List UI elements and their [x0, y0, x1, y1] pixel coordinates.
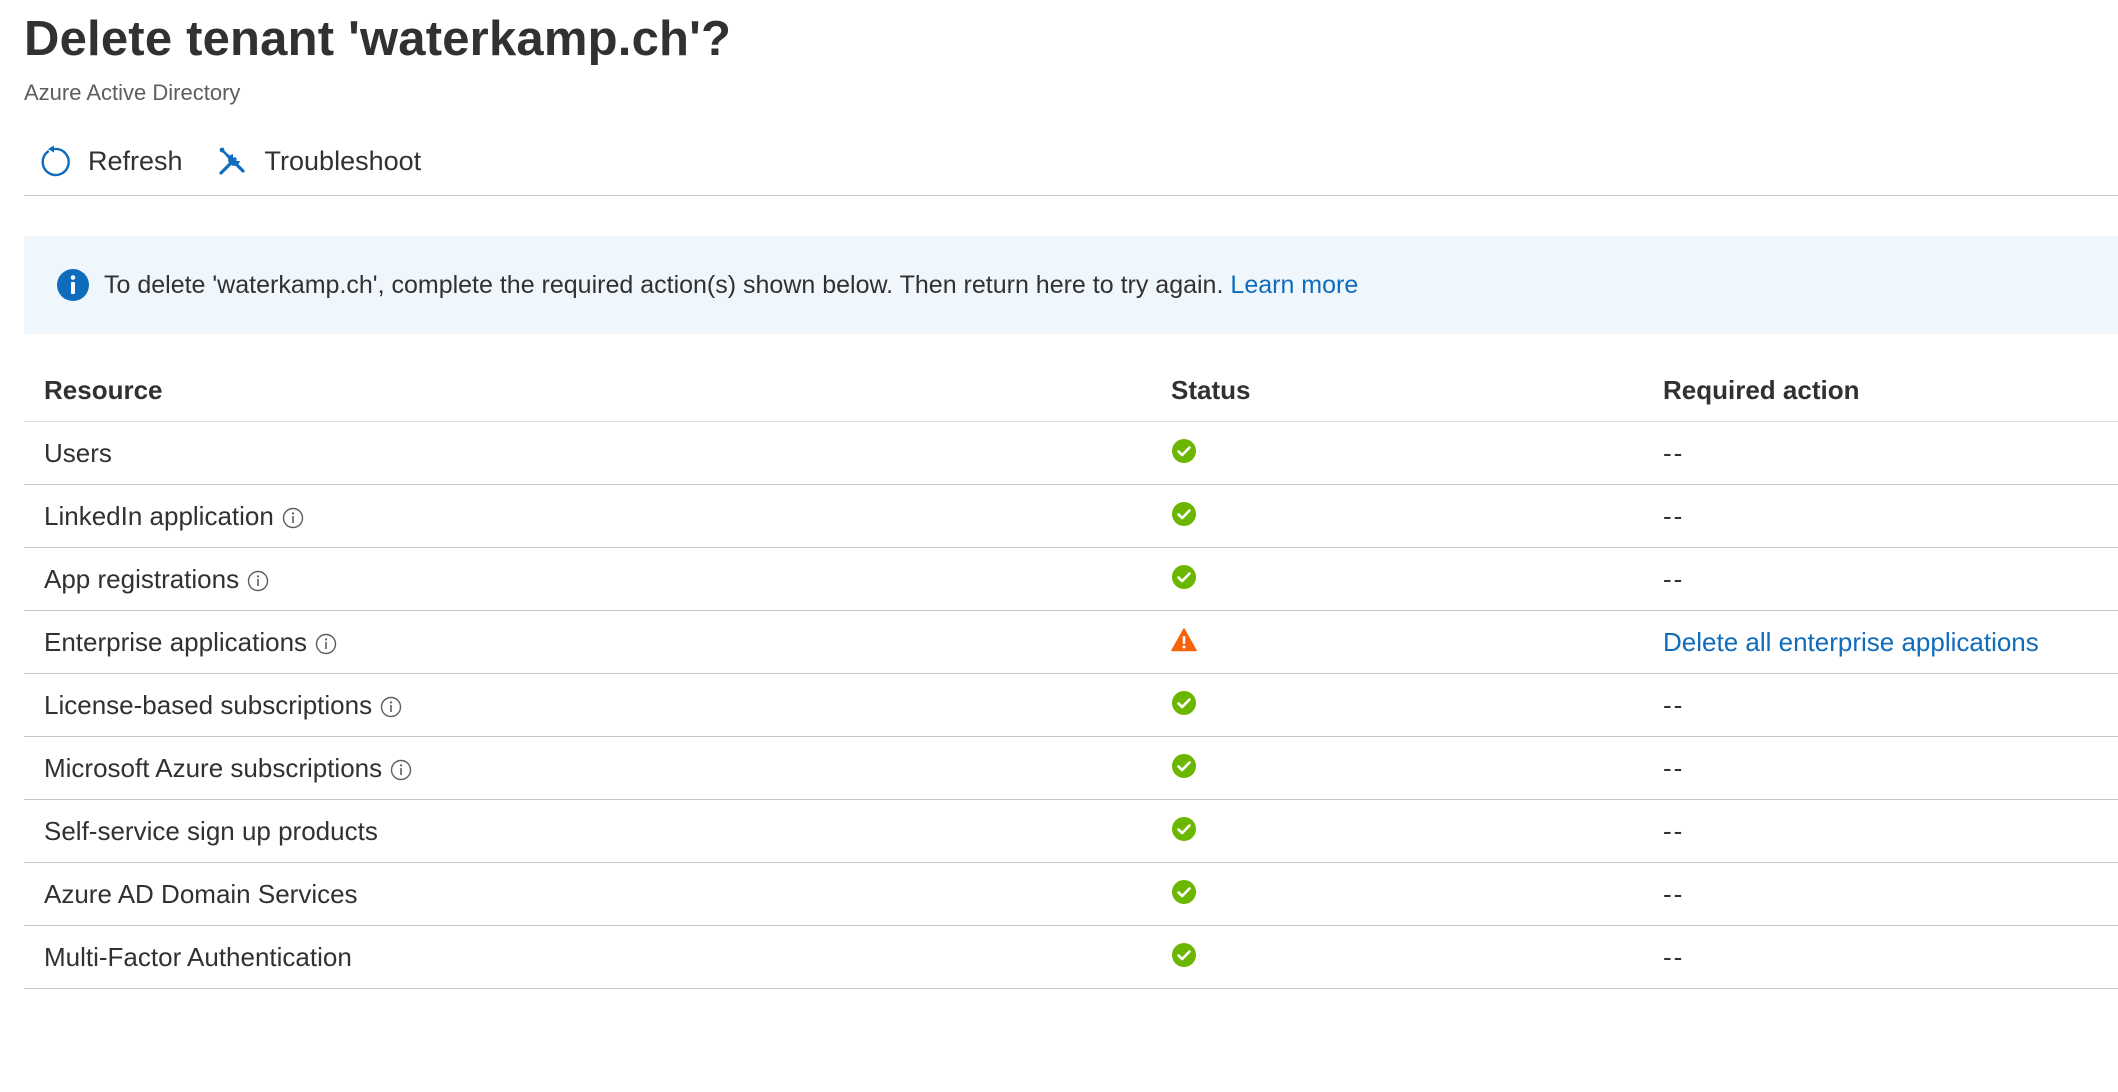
- resource-cell: Multi-Factor Authentication: [24, 942, 1171, 973]
- page-subtitle: Azure Active Directory: [24, 80, 241, 105]
- success-check-icon: [1171, 816, 1197, 842]
- required-action-text: --: [1663, 437, 1685, 468]
- resource-name: Enterprise applications: [44, 626, 308, 657]
- wrench-screwdriver-icon: [215, 145, 249, 179]
- resource-cell: App registrations: [24, 564, 1171, 595]
- resource-cell: Azure AD Domain Services: [24, 879, 1171, 910]
- status-cell: [1171, 943, 1663, 968]
- resource-cell: Enterprise applications: [24, 627, 1171, 658]
- info-tooltip-icon[interactable]: [282, 505, 304, 529]
- required-action-link[interactable]: Delete all enterprise applications: [1663, 627, 2039, 658]
- status-cell: [1171, 754, 1663, 779]
- warning-icon: [1171, 627, 1197, 653]
- info-tooltip-icon[interactable]: [315, 631, 337, 655]
- success-check-icon: [1171, 879, 1197, 905]
- column-header-required-action: Required action: [1663, 375, 1860, 405]
- required-action-cell: Delete all enterprise applications: [1663, 627, 2118, 658]
- resource-name: LinkedIn application: [44, 500, 274, 531]
- table-row: Microsoft Azure subscriptions --: [24, 737, 2118, 800]
- success-check-icon: [1171, 942, 1197, 968]
- refresh-icon: [38, 145, 72, 179]
- resource-name: Azure AD Domain Services: [44, 878, 358, 909]
- page-title: Delete tenant 'waterkamp.ch'?: [24, 12, 732, 66]
- required-action-cell: --: [1663, 816, 2118, 847]
- success-check-icon: [1171, 753, 1197, 779]
- resource-name: App registrations: [44, 563, 240, 594]
- info-tooltip-icon[interactable]: [380, 694, 402, 718]
- success-check-icon: [1171, 501, 1197, 527]
- column-header-resource: Resource: [44, 375, 163, 405]
- required-action-text: --: [1663, 563, 1685, 594]
- resource-name: Users: [44, 437, 112, 468]
- command-bar: Refresh Troubleshoot: [24, 128, 2118, 196]
- table-row: Azure AD Domain Services --: [24, 863, 2118, 926]
- required-action-cell: --: [1663, 879, 2118, 910]
- status-cell: [1171, 880, 1663, 905]
- table-row: App registrations --: [24, 548, 2118, 611]
- table-row: Self-service sign up products --: [24, 800, 2118, 863]
- resource-name: Microsoft Azure subscriptions: [44, 752, 383, 783]
- resource-table: Resource Status Required action Users -- L…: [24, 352, 2118, 989]
- required-action-cell: --: [1663, 942, 2118, 973]
- required-action-cell: --: [1663, 753, 2118, 784]
- required-action-text: --: [1663, 752, 1685, 783]
- required-action-cell: --: [1663, 438, 2118, 469]
- status-cell: [1171, 628, 1663, 653]
- troubleshoot-label: Troubleshoot: [264, 146, 422, 176]
- success-check-icon: [1171, 690, 1197, 716]
- table-header-row: Resource Status Required action: [24, 352, 2118, 422]
- table-row: License-based subscriptions --: [24, 674, 2118, 737]
- success-check-icon: [1171, 438, 1197, 464]
- required-action-cell: --: [1663, 564, 2118, 595]
- resource-cell: Users: [24, 438, 1171, 469]
- table-row: Multi-Factor Authentication --: [24, 926, 2118, 989]
- table-body: Users -- LinkedIn application -- App registr…: [24, 422, 2118, 989]
- required-action-cell: --: [1663, 501, 2118, 532]
- required-action-text: --: [1663, 689, 1685, 720]
- resource-name: License-based subscriptions: [44, 689, 373, 720]
- status-cell: [1171, 439, 1663, 464]
- column-header-status: Status: [1171, 375, 1251, 405]
- status-cell: [1171, 817, 1663, 842]
- info-message: To delete 'waterkamp.ch', complete the r…: [104, 270, 1224, 299]
- required-action-text: --: [1663, 941, 1685, 972]
- required-action-text: --: [1663, 815, 1685, 846]
- troubleshoot-button[interactable]: Troubleshoot: [215, 140, 422, 184]
- refresh-button[interactable]: Refresh: [38, 140, 183, 184]
- success-check-icon: [1171, 564, 1197, 590]
- info-icon: [56, 268, 90, 302]
- status-cell: [1171, 565, 1663, 590]
- status-cell: [1171, 502, 1663, 527]
- table-row: LinkedIn application --: [24, 485, 2118, 548]
- required-action-text: --: [1663, 878, 1685, 909]
- resource-cell: License-based subscriptions: [24, 690, 1171, 721]
- required-action-text: --: [1663, 500, 1685, 531]
- resource-cell: Self-service sign up products: [24, 816, 1171, 847]
- delete-tenant-page: Delete tenant 'waterkamp.ch'? Azure Acti…: [24, 0, 2118, 989]
- info-banner: To delete 'waterkamp.ch', complete the r…: [24, 236, 2118, 334]
- required-action-cell: --: [1663, 690, 2118, 721]
- table-row: Enterprise applications Delete all enterp…: [24, 611, 2118, 674]
- resource-name: Self-service sign up products: [44, 815, 378, 846]
- resource-name: Multi-Factor Authentication: [44, 941, 352, 972]
- resource-cell: Microsoft Azure subscriptions: [24, 753, 1171, 784]
- table-row: Users --: [24, 422, 2118, 485]
- status-cell: [1171, 691, 1663, 716]
- resource-cell: LinkedIn application: [24, 501, 1171, 532]
- info-tooltip-icon[interactable]: [390, 757, 412, 781]
- info-tooltip-icon[interactable]: [247, 568, 269, 592]
- learn-more-link[interactable]: Learn more: [1230, 271, 1358, 300]
- refresh-label: Refresh: [88, 146, 183, 176]
